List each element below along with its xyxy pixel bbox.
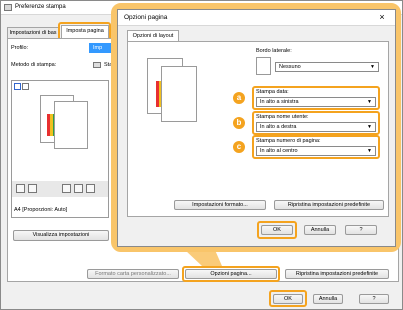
custom-paper-size-label: Formato carta personalizzato... xyxy=(95,271,171,277)
printer-icon xyxy=(4,4,12,11)
preview-mode-icon[interactable] xyxy=(14,83,21,90)
print-method-label: Metodo di stampa: xyxy=(11,62,57,68)
badge-b: b xyxy=(233,117,245,129)
ok-button-highlight xyxy=(269,290,307,307)
dialog-restore-defaults-label: Ripristina impostazioni predefinite xyxy=(287,202,371,208)
page-options-highlight xyxy=(182,266,280,282)
dialog-help-button[interactable]: ? xyxy=(345,225,377,235)
border-label: Bordo laterale: xyxy=(256,48,292,54)
preview-page-front xyxy=(54,101,88,149)
custom-paper-size-button[interactable]: Formato carta personalizzato... xyxy=(87,269,179,279)
dialog-help-label: ? xyxy=(359,227,363,233)
layout-icon-1[interactable] xyxy=(16,184,25,193)
dialog-titlebar: Opzioni pagina × xyxy=(118,10,395,26)
dialog-cancel-label: Annulla xyxy=(310,227,330,233)
page-options-dialog: Opzioni pagina × Opzioni di layout Bordo… xyxy=(117,9,396,247)
tab-basic-settings[interactable]: Impostazioni di bas xyxy=(7,27,59,38)
layout-icon-4[interactable] xyxy=(74,184,83,193)
print-page-number-highlight xyxy=(252,135,380,159)
help-label: ? xyxy=(372,296,376,302)
help-button[interactable]: ? xyxy=(359,294,389,304)
paper-info-text: A4 [Proporzioni: Auto] xyxy=(14,207,68,213)
print-date-highlight xyxy=(252,86,380,110)
format-settings-button[interactable]: Impostazioni formato... xyxy=(174,200,266,210)
dialog-close-button[interactable]: × xyxy=(374,12,390,23)
border-select[interactable]: Nessuno ▼ xyxy=(275,62,379,72)
preview-mode-icon-2[interactable] xyxy=(22,83,29,90)
tab-layout-options[interactable]: Opzioni di layout xyxy=(127,30,179,41)
dialog-preview-page-front xyxy=(161,66,197,122)
restore-defaults-label: Ripristina impostazioni predefinite xyxy=(295,271,379,277)
badge-a: a xyxy=(233,92,245,104)
view-settings-label: Visualizza impostazioni xyxy=(32,232,90,238)
tab-layout-options-label: Opzioni di layout xyxy=(132,33,174,39)
layout-icon-3[interactable] xyxy=(62,184,71,193)
dialog-ok-highlight xyxy=(257,221,297,239)
profile-label: Profilo: xyxy=(11,45,29,51)
border-style-icon xyxy=(256,57,271,75)
format-settings-label: Impostazioni formato... xyxy=(192,202,248,208)
chevron-down-icon: ▼ xyxy=(370,64,375,70)
border-value: Nessuno xyxy=(279,64,301,70)
cancel-button[interactable]: Annulla xyxy=(313,294,343,304)
dialog-preview xyxy=(135,50,210,140)
print-username-highlight xyxy=(252,111,380,135)
layout-preview-panel: A4 [Proporzioni: Auto] xyxy=(11,80,109,218)
view-settings-button[interactable]: Visualizza impostazioni xyxy=(13,230,109,241)
preview-controls xyxy=(12,181,108,197)
dialog-cancel-button[interactable]: Annulla xyxy=(304,225,336,235)
restore-defaults-button[interactable]: Ripristina impostazioni predefinite xyxy=(285,269,389,279)
tab-basic-label: Impostazioni di bas xyxy=(9,30,57,36)
layout-icon-5[interactable] xyxy=(86,184,95,193)
cancel-label: Annulla xyxy=(318,296,338,302)
layout-icon-2[interactable] xyxy=(28,184,37,193)
close-icon: × xyxy=(379,12,385,22)
window-title: Preferenze stampa xyxy=(15,4,66,10)
print-method-icon xyxy=(93,62,101,68)
badge-c: c xyxy=(233,141,245,153)
profile-value: Imp xyxy=(93,45,103,51)
dialog-restore-defaults-button[interactable]: Ripristina impostazioni predefinite xyxy=(274,200,384,210)
dialog-title: Opzioni pagina xyxy=(124,14,168,21)
